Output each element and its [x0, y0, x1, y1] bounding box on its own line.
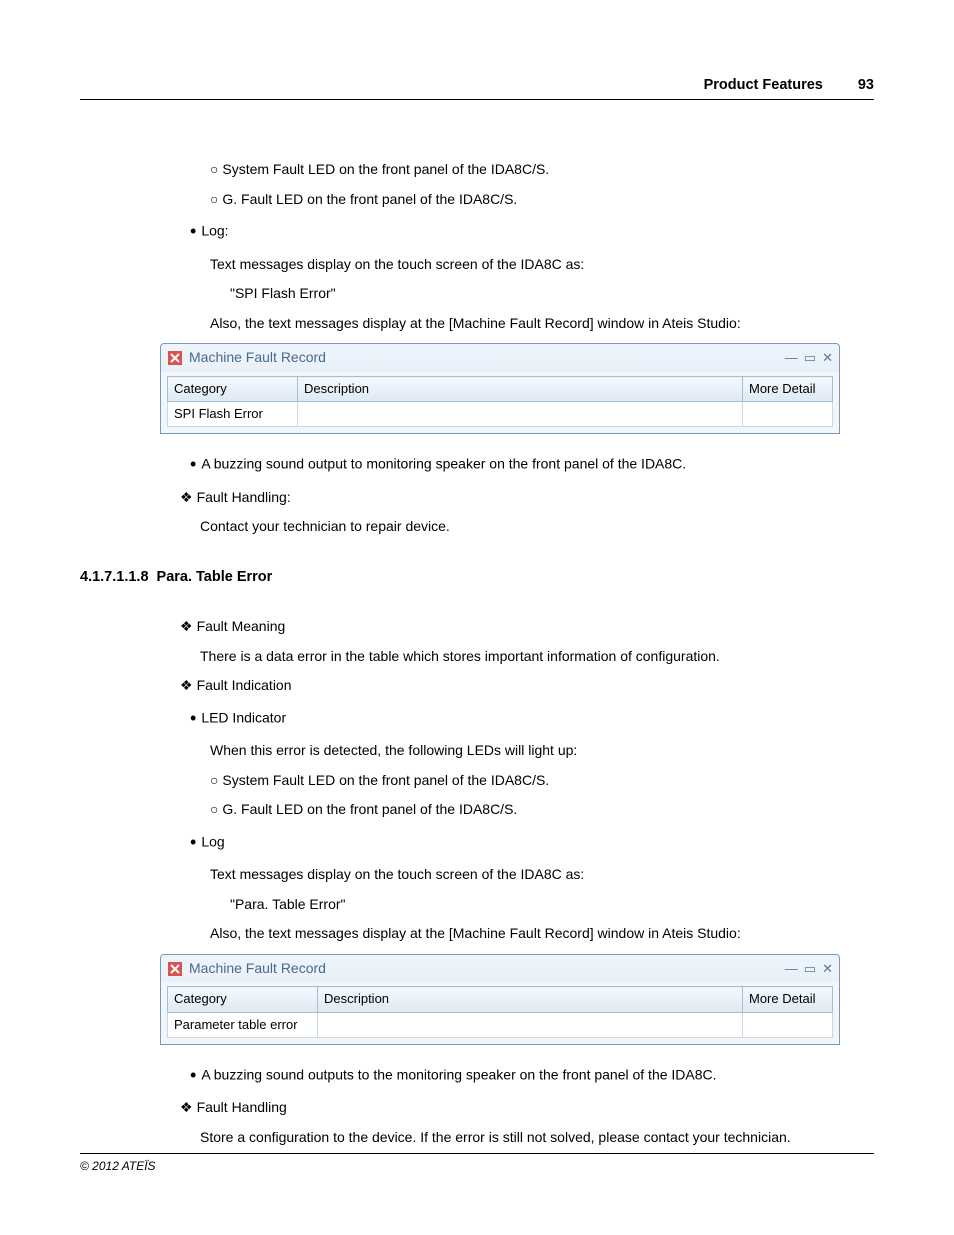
body-text: "SPI Flash Error"	[180, 284, 874, 304]
window-title: Machine Fault Record	[189, 959, 326, 979]
app-icon	[167, 350, 183, 366]
fault-handling-label: Fault Handling	[197, 1099, 287, 1115]
list-text: System Fault LED on the front panel of t…	[222, 772, 549, 788]
list-text: A buzzing sound output to monitoring spe…	[201, 456, 686, 472]
body-text: Also, the text messages display at the […	[180, 314, 874, 334]
list-item: A buzzing sound output to monitoring spe…	[190, 452, 874, 477]
body-text: There is a data error in the table which…	[180, 647, 874, 667]
body-text: Text messages display on the touch scree…	[180, 865, 874, 885]
log-label: Log	[201, 833, 224, 849]
maximize-icon[interactable]: ▭	[804, 349, 816, 367]
table-row: Parameter table error	[168, 1012, 833, 1037]
fault-meaning-label: Fault Meaning	[197, 618, 286, 634]
machine-fault-record-window: Machine Fault Record — ▭ ✕ Category Desc…	[160, 343, 840, 434]
fault-table: Category Description More Detail SPI Fla…	[167, 376, 833, 427]
circle-list: System Fault LED on the front panel of t…	[180, 771, 874, 820]
close-icon[interactable]: ✕	[822, 349, 833, 367]
window-titlebar: Machine Fault Record — ▭ ✕	[161, 344, 839, 372]
body-text: "Para. Table Error"	[180, 895, 874, 915]
body-text: Text messages display on the touch scree…	[180, 255, 874, 275]
cell-category: SPI Flash Error	[168, 402, 298, 427]
machine-fault-record-window: Machine Fault Record — ▭ ✕ Category Desc…	[160, 954, 840, 1045]
fault-indication-label: Fault Indication	[197, 677, 292, 693]
table-row: SPI Flash Error	[168, 402, 833, 427]
col-description: Description	[318, 987, 743, 1012]
copyright: © 2012 ATEÏS	[80, 1159, 156, 1173]
minimize-icon[interactable]: —	[785, 349, 798, 367]
body-text: When this error is detected, the followi…	[180, 741, 874, 761]
list-item: LED Indicator	[190, 706, 874, 731]
body-text: Store a configuration to the device. If …	[180, 1128, 874, 1148]
table-header-row: Category Description More Detail	[168, 377, 833, 402]
section-heading: 4.1.7.1.1.8 Para. Table Error	[80, 567, 874, 587]
bullet-list: A buzzing sound outputs to the monitorin…	[180, 1063, 874, 1088]
window-title: Machine Fault Record	[189, 348, 326, 368]
list-item: G. Fault LED on the front panel of the I…	[210, 190, 874, 210]
col-description: Description	[298, 377, 743, 402]
diamond-heading: Fault Handling:	[180, 488, 874, 508]
list-text: System Fault LED on the front panel of t…	[222, 161, 549, 177]
bullet-list: Log:	[180, 219, 874, 244]
window-body: Category Description More Detail Paramet…	[161, 982, 839, 1043]
maximize-icon[interactable]: ▭	[804, 960, 816, 978]
diamond-heading: Fault Indication	[180, 676, 874, 696]
led-label: LED Indicator	[201, 709, 286, 725]
list-item: Log	[190, 830, 874, 855]
list-item: System Fault LED on the front panel of t…	[210, 771, 874, 791]
app-icon	[167, 961, 183, 977]
header-page-number: 93	[858, 75, 874, 95]
window-titlebar: Machine Fault Record — ▭ ✕	[161, 955, 839, 983]
page-header: Product Features 93	[80, 75, 874, 100]
list-text: A buzzing sound outputs to the monitorin…	[201, 1066, 716, 1082]
page-content: System Fault LED on the front panel of t…	[80, 160, 874, 1147]
diamond-heading: Fault Meaning	[180, 617, 874, 637]
list-item: G. Fault LED on the front panel of the I…	[210, 800, 874, 820]
bullet-list: Log	[180, 830, 874, 855]
col-category: Category	[168, 987, 318, 1012]
section-number: 4.1.7.1.1.8	[80, 567, 149, 587]
minimize-icon[interactable]: —	[785, 960, 798, 978]
cell-more-detail	[743, 1012, 833, 1037]
header-title: Product Features	[704, 75, 823, 95]
body-text: Also, the text messages display at the […	[180, 924, 874, 944]
col-more-detail: More Detail	[743, 377, 833, 402]
diamond-heading: Fault Handling	[180, 1098, 874, 1118]
fault-handling-label: Fault Handling:	[197, 489, 291, 505]
list-item: System Fault LED on the front panel of t…	[210, 160, 874, 180]
cell-description	[298, 402, 743, 427]
cell-description	[318, 1012, 743, 1037]
cell-more-detail	[743, 402, 833, 427]
body-text: Contact your technician to repair device…	[180, 517, 874, 537]
section-title: Para. Table Error	[157, 567, 273, 587]
list-item: A buzzing sound outputs to the monitorin…	[190, 1063, 874, 1088]
window-body: Category Description More Detail SPI Fla…	[161, 372, 839, 433]
circle-list: System Fault LED on the front panel of t…	[180, 160, 874, 209]
bullet-list: A buzzing sound output to monitoring spe…	[180, 452, 874, 477]
page-footer: © 2012 ATEÏS	[80, 1153, 874, 1175]
list-text: G. Fault LED on the front panel of the I…	[222, 801, 517, 817]
list-item: Log:	[190, 219, 874, 244]
col-category: Category	[168, 377, 298, 402]
log-label: Log:	[201, 223, 228, 239]
col-more-detail: More Detail	[743, 987, 833, 1012]
fault-table: Category Description More Detail Paramet…	[167, 986, 833, 1037]
cell-category: Parameter table error	[168, 1012, 318, 1037]
table-header-row: Category Description More Detail	[168, 987, 833, 1012]
bullet-list: LED Indicator	[180, 706, 874, 731]
close-icon[interactable]: ✕	[822, 960, 833, 978]
list-text: G. Fault LED on the front panel of the I…	[222, 191, 517, 207]
